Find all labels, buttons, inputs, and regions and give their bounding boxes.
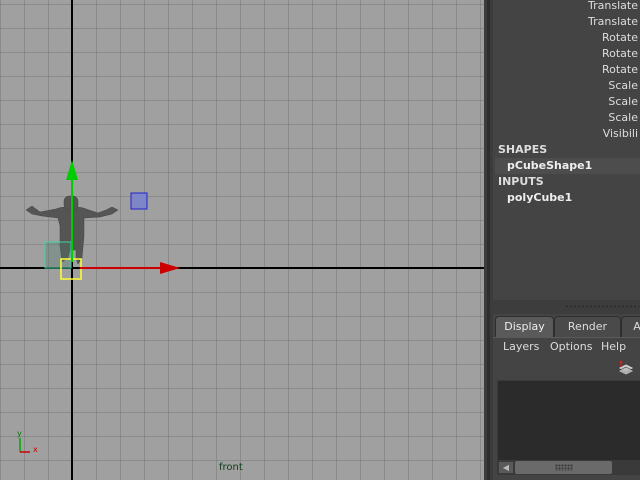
3d-viewport[interactable]: y x front — [0, 0, 484, 480]
viewport-overlay — [19, 160, 180, 453]
menu-layers[interactable]: Layers — [503, 340, 539, 353]
camera-name-label: front — [219, 462, 243, 473]
attr-scale-2[interactable]: Scale — [495, 94, 640, 110]
attr-rotate-2[interactable]: Rotate — [495, 46, 640, 62]
gizmo-y-label: y — [17, 429, 22, 438]
arrow-left-icon[interactable]: ◀ — [499, 462, 513, 473]
plane-handle — [130, 192, 148, 210]
tab-anim[interactable]: A — [621, 316, 640, 337]
tab-render[interactable]: Render — [554, 316, 621, 337]
panel-divider[interactable] — [484, 0, 493, 480]
y-manipulator-arrow — [66, 160, 78, 180]
inputs-header: INPUTS — [498, 175, 544, 188]
attr-rotate-1[interactable]: Rotate — [495, 30, 640, 46]
attr-translate-1[interactable]: Translate — [495, 0, 640, 14]
tab-display[interactable]: Display — [495, 316, 554, 337]
attr-translate-2[interactable]: Translate — [495, 14, 640, 30]
attr-scale-1[interactable]: Scale — [495, 78, 640, 94]
channel-box: Translate Translate Rotate Rotate Rotate… — [495, 0, 640, 300]
menu-options[interactable]: Options — [550, 340, 592, 353]
right-panel: Translate Translate Rotate Rotate Rotate… — [493, 0, 640, 480]
shape-node-item[interactable]: pCubeShape1 — [495, 158, 640, 174]
attr-visibility[interactable]: Visibili — [495, 126, 640, 142]
layer-editor-tabs: Display Render A — [493, 316, 640, 338]
axis-gizmo — [19, 438, 30, 453]
input-node-item[interactable]: polyCube1 — [495, 190, 640, 206]
layers-stack-icon[interactable] — [617, 360, 635, 376]
gizmo-x-label: x — [33, 445, 38, 454]
shapes-header: SHAPES — [498, 143, 548, 156]
attr-rotate-3[interactable]: Rotate — [495, 62, 640, 78]
layer-list-hscrollbar[interactable]: ◀ — [497, 460, 640, 475]
scroll-thumb[interactable] — [515, 461, 612, 474]
cube-selection — [44, 241, 72, 269]
panel-split-handle[interactable] — [493, 300, 640, 314]
menu-help[interactable]: Help — [601, 340, 626, 353]
layer-list[interactable] — [497, 380, 640, 462]
attr-scale-3[interactable]: Scale — [495, 110, 640, 126]
layer-menubar: Layers Options Help — [493, 338, 640, 358]
x-manipulator-arrow — [160, 262, 180, 274]
